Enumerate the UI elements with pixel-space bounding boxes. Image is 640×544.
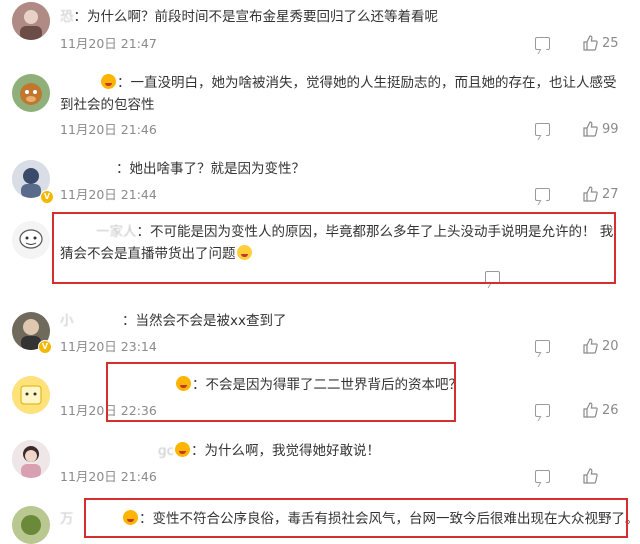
comment-text: ：一直没明白，她为啥被消失，觉得她的人生挺励志的，而且她的存在，也让人感受到社会…: [60, 72, 624, 116]
like-count: 99: [602, 121, 619, 137]
username[interactable]: 万: [60, 508, 122, 530]
face-emoji-icon: [101, 74, 116, 89]
reply-icon[interactable]: [535, 123, 550, 136]
comment-body: ：为什么啊，我觉得她好敢说！: [191, 443, 380, 459]
timestamp: 11月20日 22:36: [60, 403, 157, 418]
face-emoji-icon: [175, 442, 190, 457]
comment-body: ：变性不符合公序良俗，毒舌有损社会风气，台网一致今后很难出现在大众视野了。: [139, 511, 639, 527]
thumbs-up-icon: [583, 338, 598, 354]
comment-text: 小：当然会不会是被xx查到了: [60, 310, 628, 332]
comment-body: ：不可能是因为变性人的原因，毕竟都那么多年了上头没动手说明是允许的！ 我猜会不会…: [60, 224, 614, 262]
reply-icon[interactable]: [535, 340, 550, 353]
thumbs-up-icon: [583, 402, 598, 418]
face-emoji-icon: [123, 510, 138, 525]
timestamp: 11月20日 21:46: [60, 122, 157, 137]
comment-body: ：当然会不会是被xx查到了: [122, 313, 287, 329]
timestamp: 11月20日 21:44: [60, 187, 157, 202]
thumbs-up-icon: [583, 468, 598, 484]
timestamp: 11月20日 21:46: [60, 469, 157, 484]
comment-text: 一家人：不可能是因为变性人的原因，毕竟都那么多年了上头没动手说明是允许的！ 我猜…: [60, 221, 626, 265]
avatar[interactable]: [12, 440, 50, 478]
reply-icon[interactable]: [535, 470, 550, 483]
like-count: 25: [602, 35, 619, 51]
reply-icon[interactable]: [535, 37, 550, 50]
comment-body: ：她出啥事了？就是因为变性？: [116, 161, 305, 177]
thumbs-up-icon: [583, 186, 598, 202]
comment-text: gc ：为什么啊，我觉得她好敢说！: [60, 440, 628, 462]
reply-icon[interactable]: [535, 188, 550, 201]
like-button[interactable]: 25: [582, 33, 619, 53]
avatar[interactable]: [12, 2, 50, 40]
username[interactable]: gc: [60, 440, 174, 462]
comment-body: ：为什么啊？前段时间不是宣布金星秀要回归了么还等着看呢: [73, 9, 439, 25]
comment-body: ：不会是因为得罪了二二世界背后的资本吧？: [192, 377, 462, 393]
avatar[interactable]: [12, 376, 50, 414]
thumbs-up-icon: [583, 121, 598, 137]
comment-text: 万 ：变性不符合公序良俗，毒舌有损社会风气，台网一致今后很难出现在大众视野了。: [60, 508, 639, 530]
verified-badge-icon: V: [38, 340, 52, 354]
username[interactable]: 小: [60, 310, 122, 332]
like-button[interactable]: 99: [582, 119, 619, 139]
avatar[interactable]: [12, 506, 50, 544]
like-button[interactable]: 26: [582, 400, 619, 420]
comment-text: ：不会是因为得罪了二二世界背后的资本吧？: [60, 374, 628, 396]
like-count: 20: [602, 338, 619, 354]
comment-text: 恐：为什么啊？前段时间不是宣布金星秀要回归了么还等着看呢: [60, 6, 628, 28]
like-count: 27: [602, 186, 619, 202]
verified-badge-icon: V: [40, 190, 54, 204]
face-emoji-icon: [176, 376, 191, 391]
avatar[interactable]: [12, 221, 50, 259]
username[interactable]: 恐: [60, 9, 74, 25]
comment-body: ：一直没明白，她为啥被消失，觉得她的人生挺励志的，而且她的存在，也让人感受到社会…: [60, 75, 617, 113]
comment-text: ：她出啥事了？就是因为变性？: [60, 158, 628, 180]
reply-icon[interactable]: [535, 404, 550, 417]
avatar[interactable]: [12, 74, 50, 112]
username[interactable]: 一家人: [60, 221, 137, 243]
like-count: 26: [602, 402, 619, 418]
thumbs-up-icon: [583, 35, 598, 51]
timestamp: 11月20日 21:47: [60, 36, 157, 51]
like-button[interactable]: 20: [582, 336, 619, 356]
face-emoji-icon: [236, 245, 252, 260]
reply-icon[interactable]: [485, 271, 500, 284]
like-button[interactable]: 27: [582, 184, 619, 204]
like-button[interactable]: [582, 466, 602, 486]
timestamp: 11月20日 23:14: [60, 339, 157, 354]
